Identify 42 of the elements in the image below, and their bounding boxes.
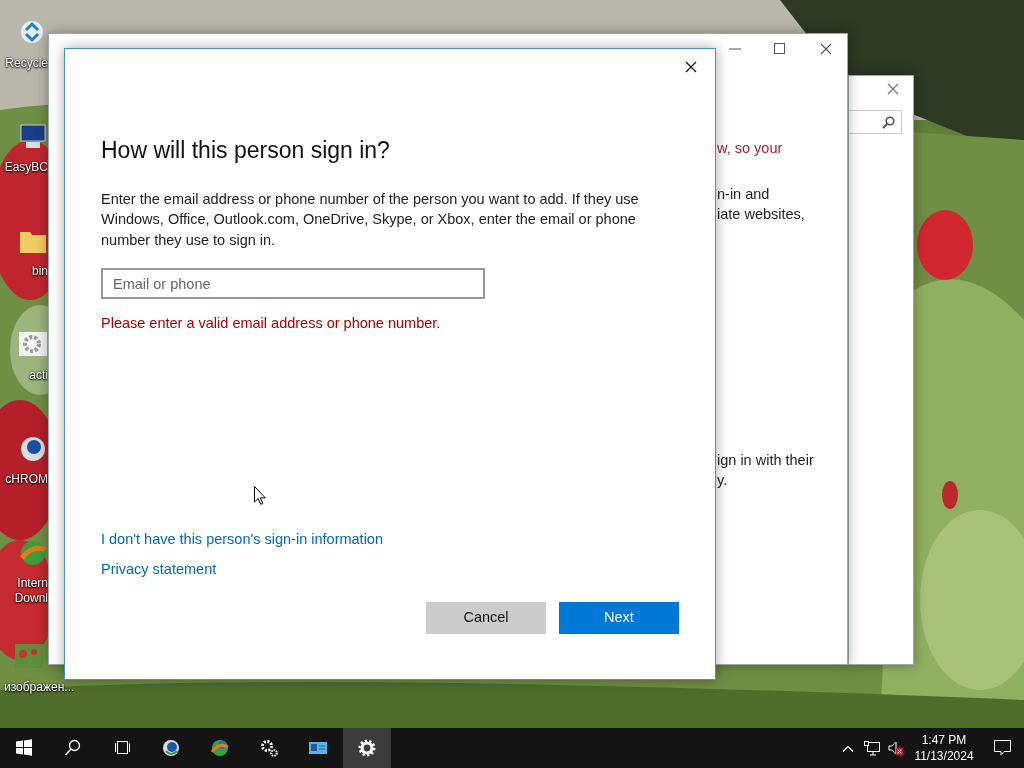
cancel-button[interactable]: Cancel [426,602,546,635]
link[interactable]: I don't have this person's sign-in information [101,528,383,551]
email-field[interactable]: Email or phone [101,268,485,300]
desktop-icon-label[interactable]: bin [32,264,48,279]
window-text: ign in with their [717,451,814,470]
date-text: 11/13/2024 [913,748,975,764]
close-icon[interactable] [887,83,899,95]
muted-speaker-icon[interactable] [888,740,904,756]
caret-icon[interactable] [842,744,854,752]
search-icon [64,739,82,757]
settings-icon [358,739,376,757]
window-text: n-in and [717,185,770,204]
notification-icon [993,740,1011,756]
clock[interactable]: 1:47 PM 11/13/2024 [908,732,980,764]
network-icon[interactable] [864,740,880,756]
maximize-icon[interactable] [774,43,785,54]
gears-icon [260,739,278,757]
window-text: y. [717,471,728,490]
time-text: 1:47 PM [920,732,968,748]
card-icon [309,739,327,757]
next-button[interactable]: Next [559,602,679,635]
globe-icon [162,739,180,757]
window-text: w, so your [717,139,783,158]
search-field[interactable] [849,110,902,134]
task-view-icon [113,739,131,757]
error-message: Please enter a valid email address or phone number. [101,314,442,334]
search-icon [882,116,895,129]
windows-icon [15,739,33,757]
pointer-icon [254,486,266,505]
taskbar-button[interactable] [343,728,391,768]
globe-icon [211,739,229,757]
globe-icon[interactable] [18,434,48,464]
desktop-icon-label[interactable]: cHROM [5,472,48,487]
close-icon [685,61,697,73]
desktop-icon-label[interactable]: EasyBC [4,160,48,175]
link[interactable]: Privacy statement [101,558,217,581]
description-text: Enter the email address or phone number of the person you want to add. If they use Windows, Office, Outlook.com, OneDrive, Skype, or Xbox, enter the email or phone number they use to sign in. [101,189,640,250]
window-text: iate websites, [717,205,805,224]
close-icon[interactable] [820,43,832,55]
dialog-title: How will this person sign in? [101,137,391,165]
desktop-icon-label[interactable]: Intern Downl [12,576,48,606]
desktop-icon-label[interactable]: изображен... [4,680,75,695]
